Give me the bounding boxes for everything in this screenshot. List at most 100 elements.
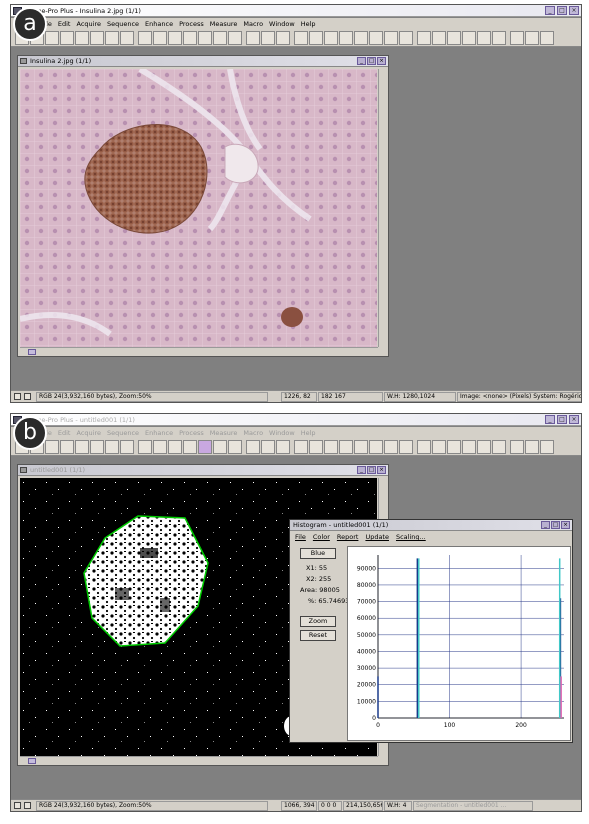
menu-measure[interactable]: Measure — [210, 427, 238, 439]
zoom-out-icon[interactable] — [276, 31, 290, 45]
macro-icon[interactable] — [525, 31, 539, 45]
ellipse-icon[interactable] — [183, 440, 197, 454]
line-profile-icon[interactable] — [462, 440, 476, 454]
measure-icon[interactable] — [339, 440, 353, 454]
histogram-icon[interactable] — [477, 440, 491, 454]
histogram-plot[interactable]: 0 10000 20000 30000 40000 50000 60000 70000 8000… — [347, 546, 571, 741]
pen-icon[interactable] — [213, 440, 227, 454]
data-collector-icon[interactable] — [540, 440, 554, 454]
menu-help[interactable]: Help — [301, 18, 316, 30]
acquire-icon[interactable] — [75, 31, 89, 45]
maximize-icon[interactable]: □ — [551, 521, 560, 529]
print-icon[interactable] — [90, 31, 104, 45]
color-icon[interactable] — [432, 440, 446, 454]
undo-icon[interactable] — [138, 31, 152, 45]
count-size-icon[interactable] — [324, 440, 338, 454]
maximize-icon[interactable]: □ — [557, 415, 567, 424]
rectangle-icon[interactable] — [168, 440, 182, 454]
grid-mask-icon[interactable] — [354, 31, 368, 45]
minimize-icon[interactable]: _ — [541, 521, 550, 529]
count-size-icon[interactable] — [324, 31, 338, 45]
histogram-window[interactable]: Histogram - untitled001 (1/1) _ □ × File… — [289, 519, 573, 743]
image-window-title-bar[interactable]: untitled001 (1/1) _ □ × — [18, 465, 388, 476]
scrollbar-thumb[interactable] — [28, 349, 36, 355]
operation-icon[interactable] — [384, 440, 398, 454]
close-icon[interactable]: × — [561, 521, 570, 529]
maximize-icon[interactable]: □ — [367, 466, 376, 474]
menu-enhance[interactable]: Enhance — [145, 18, 173, 30]
new-aoi-icon[interactable] — [153, 440, 167, 454]
close-icon[interactable]: × — [377, 466, 386, 474]
pan-icon[interactable] — [261, 440, 275, 454]
macro-icon[interactable] — [525, 440, 539, 454]
image-window[interactable]: Insulina 2.jpg (1/1) _ □ × — [17, 55, 389, 357]
menu-process[interactable]: Process — [179, 427, 204, 439]
grid-icon[interactable] — [45, 31, 59, 45]
horizontal-scrollbar[interactable] — [20, 756, 378, 765]
menu-measure[interactable]: Measure — [210, 18, 238, 30]
blank-icon[interactable] — [417, 440, 431, 454]
filter-icon[interactable] — [309, 31, 323, 45]
maximize-icon[interactable]: □ — [367, 57, 376, 65]
minimize-icon[interactable]: _ — [545, 415, 555, 424]
filter-color-icon[interactable] — [447, 440, 461, 454]
minimize-icon[interactable]: _ — [357, 466, 366, 474]
irregular-aoi-icon[interactable] — [198, 31, 212, 45]
scrollbar-thumb[interactable] — [28, 758, 36, 764]
calibration-icon[interactable] — [369, 31, 383, 45]
image-window-title-bar[interactable]: Insulina 2.jpg (1/1) _ □ × — [18, 56, 388, 67]
ellipse-icon[interactable] — [183, 31, 197, 45]
camera-icon[interactable] — [60, 440, 74, 454]
report-icon[interactable] — [510, 440, 524, 454]
maximize-icon[interactable]: □ — [557, 6, 567, 15]
report-icon[interactable] — [510, 31, 524, 45]
grid-mask-icon[interactable] — [354, 440, 368, 454]
line-profile-icon[interactable] — [462, 31, 476, 45]
status-square-icon[interactable] — [14, 393, 21, 400]
tile-icon[interactable] — [399, 440, 413, 454]
app-title-bar[interactable]: Image-Pro Plus - Insulina 2.jpg (1/1) _ … — [11, 5, 581, 17]
zoom-out-icon[interactable] — [276, 440, 290, 454]
undo-icon[interactable] — [138, 440, 152, 454]
print-icon[interactable] — [90, 440, 104, 454]
reset-button[interactable]: Reset — [300, 630, 336, 641]
status-square-icon[interactable] — [14, 802, 21, 809]
zoom-in-icon[interactable] — [246, 31, 260, 45]
operation-icon[interactable] — [384, 31, 398, 45]
segmentation-icon[interactable] — [294, 31, 308, 45]
rectangle-icon[interactable] — [168, 31, 182, 45]
menu-sequence[interactable]: Sequence — [107, 18, 139, 30]
close-icon[interactable]: × — [569, 6, 579, 15]
sequence-icon[interactable] — [120, 31, 134, 45]
histogram-menu-update[interactable]: Update — [365, 532, 389, 543]
menu-process[interactable]: Process — [179, 18, 204, 30]
brush-icon[interactable] — [228, 31, 242, 45]
menu-acquire[interactable]: Acquire — [76, 427, 101, 439]
minimize-icon[interactable]: _ — [545, 6, 555, 15]
bitmap-analysis-icon[interactable] — [492, 31, 506, 45]
micrograph-image[interactable] — [20, 69, 377, 347]
status-square-icon[interactable] — [24, 802, 31, 809]
new-aoi-icon[interactable] — [153, 31, 167, 45]
menu-window[interactable]: Window — [269, 427, 295, 439]
menu-sequence[interactable]: Sequence — [107, 427, 139, 439]
histogram-icon[interactable] — [477, 31, 491, 45]
blank-icon[interactable] — [417, 31, 431, 45]
irregular-aoi-icon[interactable] — [198, 440, 212, 454]
bitmap-analysis-icon[interactable] — [492, 440, 506, 454]
channel-button[interactable]: Blue — [300, 548, 336, 559]
menu-macro[interactable]: Macro — [243, 18, 263, 30]
histogram-menu-report[interactable]: Report — [337, 532, 359, 543]
close-icon[interactable]: × — [377, 57, 386, 65]
zoom-in-icon[interactable] — [246, 440, 260, 454]
calibration-icon[interactable] — [369, 440, 383, 454]
histogram-menu-file[interactable]: File — [295, 532, 306, 543]
save-icon[interactable] — [105, 31, 119, 45]
menu-edit[interactable]: Edit — [58, 427, 71, 439]
vertical-scrollbar[interactable] — [378, 69, 388, 347]
filter-icon[interactable] — [309, 440, 323, 454]
menu-enhance[interactable]: Enhance — [145, 427, 173, 439]
acquire-icon[interactable] — [75, 440, 89, 454]
color-icon[interactable] — [432, 31, 446, 45]
close-icon[interactable]: × — [569, 415, 579, 424]
